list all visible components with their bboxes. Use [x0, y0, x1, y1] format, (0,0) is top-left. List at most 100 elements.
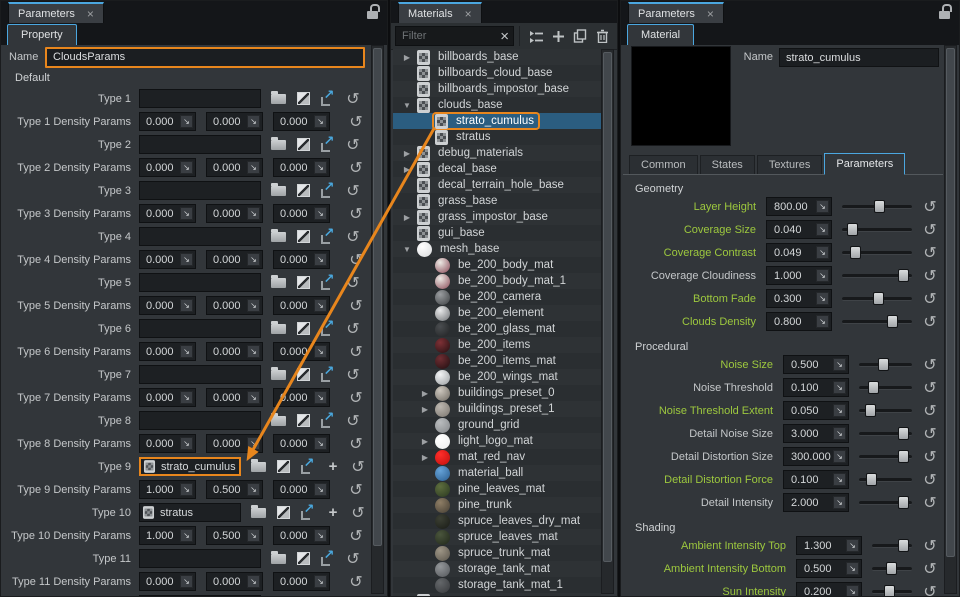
material-tree-item[interactable]: spruce_trunk_mat — [393, 545, 601, 561]
number-field-z[interactable]: 0.000 — [273, 526, 330, 545]
slider-track[interactable] — [842, 320, 912, 324]
reset-button[interactable] — [344, 183, 362, 199]
materials-scrollbar[interactable] — [601, 49, 614, 594]
material-reference-field[interactable] — [139, 135, 261, 154]
clear-reference-button[interactable] — [295, 320, 311, 338]
lock-icon[interactable] — [938, 4, 952, 20]
material-reference-field[interactable] — [139, 595, 261, 596]
number-field-y[interactable]: 0.500 — [206, 480, 263, 499]
material-reference-field[interactable] — [139, 181, 261, 200]
assign-selected-button[interactable] — [320, 550, 336, 568]
number-field-y[interactable]: 0.000 — [206, 572, 263, 591]
slider-thumb[interactable] — [884, 585, 895, 597]
reset-button[interactable] — [921, 426, 939, 442]
value-scrub-button[interactable] — [314, 115, 327, 128]
value-scrub-button[interactable] — [314, 207, 327, 220]
value-scrub-button[interactable] — [247, 345, 260, 358]
value-scrub-button[interactable] — [247, 207, 260, 220]
slider-track[interactable] — [859, 386, 912, 390]
value-scrub-button[interactable] — [180, 161, 193, 174]
slider-thumb[interactable] — [898, 450, 909, 463]
expand-arrow-icon[interactable]: ▶ — [417, 405, 433, 414]
parameter-value-field[interactable]: 2.000 — [783, 493, 849, 512]
material-reference-field[interactable] — [139, 227, 261, 246]
material-tree-item[interactable]: be_200_items_mat — [393, 353, 601, 369]
value-scrub-button[interactable] — [816, 246, 829, 259]
assign-selected-button[interactable] — [320, 90, 336, 108]
value-scrub-button[interactable] — [833, 404, 846, 417]
value-scrub-button[interactable] — [314, 391, 327, 404]
parameter-value-field[interactable]: 0.500 — [783, 355, 849, 374]
reset-button[interactable] — [347, 206, 365, 222]
value-scrub-button[interactable] — [314, 483, 327, 496]
clear-reference-button[interactable] — [295, 90, 311, 108]
material-reference-field[interactable] — [139, 549, 261, 568]
parameter-slider[interactable] — [859, 496, 912, 510]
parameter-slider[interactable] — [872, 539, 912, 553]
parameter-slider[interactable] — [872, 562, 912, 576]
reset-button[interactable] — [921, 495, 939, 511]
value-scrub-button[interactable] — [180, 483, 193, 496]
number-field-z[interactable]: 0.000 — [273, 112, 330, 131]
slider-thumb[interactable] — [874, 200, 885, 213]
reset-button[interactable] — [921, 222, 939, 238]
material-tree-item[interactable]: gui_base — [393, 225, 601, 241]
material-tree-item[interactable]: ▶ light_logo_mat — [393, 433, 601, 449]
reset-button[interactable] — [344, 91, 362, 107]
browse-folder-button[interactable] — [270, 228, 286, 246]
number-field-z[interactable]: 0.000 — [273, 296, 330, 315]
material-reference-field[interactable] — [139, 411, 261, 430]
value-scrub-button[interactable] — [833, 381, 846, 394]
parameter-value-field[interactable]: 1.000 — [766, 266, 832, 285]
material-tree-item[interactable]: storage_tank_mat_1 — [393, 577, 601, 593]
browse-folder-button[interactable] — [270, 90, 286, 108]
value-scrub-button[interactable] — [180, 391, 193, 404]
expand-arrow-icon[interactable]: ▶ — [399, 53, 415, 62]
value-scrub-button[interactable] — [846, 539, 859, 552]
parameter-value-field[interactable]: 0.800 — [766, 312, 832, 331]
material-reference-field[interactable] — [139, 273, 261, 292]
tab-parameters[interactable]: Parameters — [824, 153, 905, 175]
value-scrub-button[interactable] — [314, 529, 327, 542]
slider-thumb[interactable] — [898, 539, 909, 552]
material-tree-item[interactable]: be_200_body_mat — [393, 257, 601, 273]
close-icon[interactable]: × — [707, 8, 714, 20]
reset-button[interactable] — [347, 114, 365, 130]
parameter-slider[interactable] — [842, 246, 912, 260]
expand-arrow-icon[interactable]: ▶ — [417, 453, 433, 462]
reset-button[interactable] — [347, 436, 365, 452]
reset-button[interactable] — [921, 199, 939, 215]
delete-material-button[interactable] — [591, 26, 613, 46]
material-tree-item[interactable]: pine_trunk — [393, 497, 601, 513]
clear-reference-button[interactable] — [295, 596, 311, 597]
number-field-x[interactable]: 0.000 — [139, 158, 196, 177]
value-scrub-button[interactable] — [833, 450, 846, 463]
number-field-x[interactable]: 1.000 — [139, 480, 196, 499]
materials-scrollbar-thumb[interactable] — [603, 52, 612, 562]
tab-textures[interactable]: Textures — [757, 155, 823, 174]
parameter-slider[interactable] — [842, 223, 912, 237]
material-preview[interactable] — [631, 46, 731, 146]
value-scrub-button[interactable] — [314, 253, 327, 266]
parameter-value-field[interactable]: 0.100 — [783, 378, 849, 397]
material-tree-item[interactable]: ▼ mesh_base — [393, 241, 601, 257]
material-tree-item[interactable]: be_200_element — [393, 305, 601, 321]
material-reference-field[interactable]: strato_cumulus — [139, 457, 241, 476]
reset-button[interactable] — [347, 528, 365, 544]
slider-thumb[interactable] — [866, 473, 877, 486]
number-field-x[interactable]: 0.000 — [139, 250, 196, 269]
material-tree-item[interactable]: ▶ mat_red_nav — [393, 449, 601, 465]
value-scrub-button[interactable] — [247, 299, 260, 312]
reset-button[interactable] — [921, 538, 939, 554]
material-tree-item[interactable]: be_200_wings_mat — [393, 369, 601, 385]
browse-folder-button[interactable] — [250, 504, 266, 522]
browse-folder-button[interactable] — [270, 550, 286, 568]
parameter-slider[interactable] — [859, 381, 912, 395]
number-field-y[interactable]: 0.000 — [206, 204, 263, 223]
material-tree-item[interactable]: decal_terrain_hole_base — [393, 177, 601, 193]
reset-button[interactable] — [347, 298, 365, 314]
value-scrub-button[interactable] — [314, 161, 327, 174]
value-scrub-button[interactable] — [180, 575, 193, 588]
parameter-slider[interactable] — [842, 315, 912, 329]
property-name-field[interactable]: CloudsParams — [45, 47, 365, 68]
